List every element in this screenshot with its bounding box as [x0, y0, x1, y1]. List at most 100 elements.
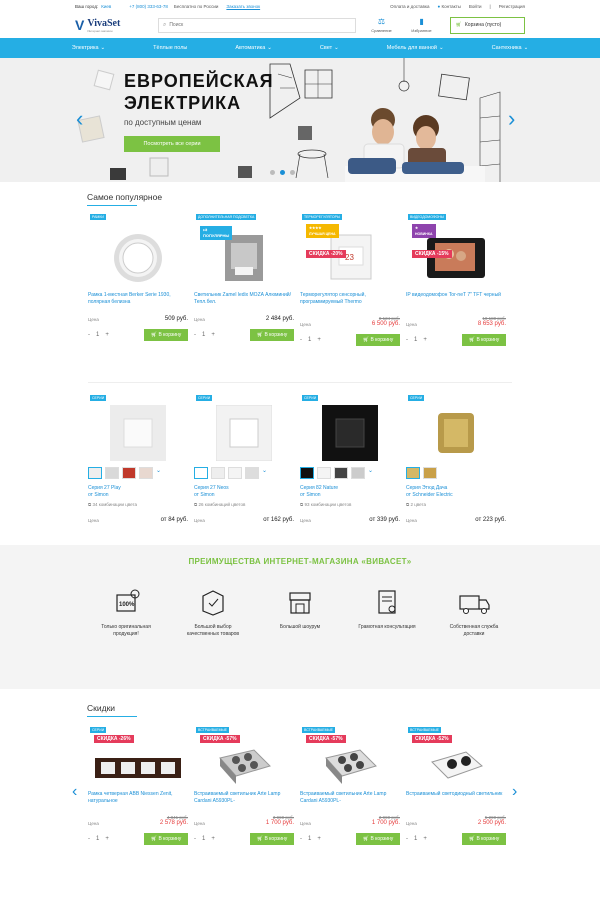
color-swatch[interactable]: [88, 467, 102, 479]
quantity-stepper[interactable]: -1 +: [300, 836, 321, 842]
quantity-value[interactable]: 1: [202, 332, 205, 338]
minus-icon[interactable]: -: [300, 836, 302, 842]
hero-next-arrow-icon[interactable]: ›: [508, 106, 515, 132]
quantity-stepper[interactable]: -1 +: [194, 836, 215, 842]
product-image[interactable]: [88, 224, 188, 292]
product-name[interactable]: Терморегулятор сенсорный, программируемы…: [300, 292, 400, 310]
cart-button[interactable]: 🛒︎ Корзина (пусто): [449, 16, 525, 34]
plus-icon[interactable]: +: [105, 836, 109, 842]
quantity-value[interactable]: 1: [308, 836, 311, 842]
series-card[interactable]: СЕРИИ Серия Этюд Дача от Schneider Electr…: [406, 395, 506, 545]
minus-icon[interactable]: -: [194, 332, 196, 338]
add-to-cart-button[interactable]: 🛒︎ В корзину: [250, 833, 294, 845]
nav-item-light[interactable]: Свет ⌄: [296, 45, 363, 51]
color-swatch[interactable]: [300, 467, 314, 479]
slide-dot[interactable]: [270, 170, 275, 175]
quantity-stepper[interactable]: -1 +: [406, 337, 427, 343]
series-image[interactable]: [406, 405, 506, 461]
color-swatch[interactable]: [139, 467, 153, 479]
series-image[interactable]: [88, 405, 188, 461]
product-card[interactable]: ТЕРМОРЕГУЛЯТОРЫ ★★★★ ЛУЧШАЯ ЦЕНА СКИДКА -…: [300, 214, 400, 362]
add-to-cart-button[interactable]: 🛒︎ В корзину: [250, 329, 294, 341]
plus-icon[interactable]: +: [317, 836, 321, 842]
product-card[interactable]: ВСТРАИВАЕМЫЕ СКИДКА -57% Встраиваемый св…: [300, 727, 400, 845]
logo[interactable]: V VivaSet Интернет-магазин: [75, 14, 152, 36]
sale-next-arrow-icon[interactable]: ›: [512, 783, 517, 801]
phone-number[interactable]: +7 (800) 333-63-78: [129, 4, 168, 9]
series-name[interactable]: Серия Этюд Дача от Schneider Electric: [406, 485, 506, 499]
contacts-link[interactable]: ● Контакты: [438, 4, 461, 9]
minus-icon[interactable]: -: [406, 836, 408, 842]
series-card[interactable]: СЕРИИ ⌄ Серия 27 Neos от Simon ⧉ 26 комби…: [194, 395, 294, 545]
product-image[interactable]: ★★★★ ЛУЧШАЯ ЦЕНА СКИДКА -20% 23: [300, 224, 400, 292]
series-name[interactable]: Серия 27 Neos от Simon: [194, 485, 294, 499]
slide-dot[interactable]: [290, 170, 295, 175]
product-name[interactable]: Рамка четверная ABB Niessen Zenit, натур…: [88, 791, 188, 809]
add-to-cart-button[interactable]: 🛒︎ В корзину: [356, 833, 400, 845]
quantity-value[interactable]: 1: [414, 836, 417, 842]
product-name[interactable]: Рамка 1-местная Berker Serie 1930, поляр…: [88, 292, 188, 310]
quantity-stepper[interactable]: -1 +: [194, 332, 215, 338]
product-image[interactable]: [300, 745, 400, 791]
series-image[interactable]: [194, 405, 294, 461]
add-to-cart-button[interactable]: 🛒︎ В корзину: [462, 334, 506, 346]
color-swatch[interactable]: [105, 467, 119, 479]
minus-icon[interactable]: -: [406, 337, 408, 343]
slide-dot-active[interactable]: [280, 170, 285, 175]
color-swatch[interactable]: [334, 467, 348, 479]
quantity-stepper[interactable]: -1 +: [300, 337, 321, 343]
hero-prev-arrow-icon[interactable]: ‹: [76, 106, 83, 132]
series-card[interactable]: СЕРИИ ⌄ Серия 27 Play от Simon ⧉ 34 комби…: [88, 395, 188, 545]
color-swatch[interactable]: [228, 467, 242, 479]
quantity-value[interactable]: 1: [308, 337, 311, 343]
quantity-value[interactable]: 1: [414, 337, 417, 343]
color-swatch[interactable]: [351, 467, 365, 479]
product-name[interactable]: Светильник Zamel ledix MOZA Алюминий/Теп…: [194, 292, 294, 310]
product-name[interactable]: IP видеодомофон Tor-neT 7" TFT черный: [406, 292, 506, 310]
product-image[interactable]: ★ НОВИНКА СКИДКА -15%: [406, 224, 506, 292]
color-swatch[interactable]: [423, 467, 437, 479]
product-image[interactable]: 👍︎ ПОПУЛЯРНЫ: [194, 224, 294, 292]
product-name[interactable]: Встраиваемый светодиодный светильник: [406, 791, 506, 809]
login-link[interactable]: Войти: [469, 4, 482, 9]
chevron-down-icon[interactable]: ⌄: [262, 467, 267, 479]
product-card[interactable]: РАМКИ Рамка 1-местная Berker Serie 1930,…: [88, 214, 188, 362]
product-card[interactable]: ВСТРАИВАЕМЫЕ СКИДКА -52% Встраиваемый св…: [406, 727, 506, 845]
callback-link[interactable]: Заказать звонок: [226, 4, 260, 9]
product-card[interactable]: СЕРИИ СКИДКА -26% Рамка четверная ABB Ni…: [88, 727, 188, 845]
quantity-value[interactable]: 1: [202, 836, 205, 842]
chevron-down-icon[interactable]: ⌄: [368, 467, 373, 479]
view-all-series-button[interactable]: Посмотреть все серии: [124, 136, 220, 152]
register-link[interactable]: Регистрация: [499, 4, 525, 9]
quantity-stepper[interactable]: -1 +: [406, 836, 427, 842]
add-to-cart-button[interactable]: 🛒︎ В корзину: [462, 833, 506, 845]
color-swatch[interactable]: [245, 467, 259, 479]
quantity-stepper[interactable]: -1 +: [88, 332, 109, 338]
series-name[interactable]: Серия 27 Play от Simon: [88, 485, 188, 499]
product-name[interactable]: Встраиваемый светильник Arte Lamp Cardan…: [194, 791, 294, 809]
quantity-value[interactable]: 1: [96, 332, 99, 338]
product-card[interactable]: ВСТРАИВАЕМЫЕ СКИДКА -57% Встраиваемый св…: [194, 727, 294, 845]
product-card[interactable]: ДОПОЛНИТЕЛЬНАЯ ПОДСВЕТКА 👍︎ ПОПУЛЯРНЫ Све…: [194, 214, 294, 362]
nav-item-floors[interactable]: Тёплые полы: [129, 45, 211, 51]
add-to-cart-button[interactable]: 🛒︎ В корзину: [356, 334, 400, 346]
plus-icon[interactable]: +: [423, 337, 427, 343]
product-card[interactable]: ВИДЕОДОМОФОНЫ ★ НОВИНКА СКИДКА -15% IP ви…: [406, 214, 506, 362]
add-to-cart-button[interactable]: 🛒︎ В корзину: [144, 329, 188, 341]
color-swatch[interactable]: [406, 467, 420, 479]
color-swatch[interactable]: [211, 467, 225, 479]
nav-item-plumbing[interactable]: Сантехника ⌄: [468, 45, 553, 51]
plus-icon[interactable]: +: [211, 332, 215, 338]
minus-icon[interactable]: -: [300, 337, 302, 343]
compare-button[interactable]: ⚖ Сравнение: [362, 17, 402, 33]
quantity-value[interactable]: 1: [96, 836, 99, 842]
color-swatch[interactable]: [317, 467, 331, 479]
add-to-cart-button[interactable]: 🛒︎ В корзину: [144, 833, 188, 845]
nav-item-bathroom[interactable]: Мебель для ванной ⌄: [363, 45, 468, 51]
nav-item-automation[interactable]: Автоматика ⌄: [211, 45, 296, 51]
product-image[interactable]: [88, 745, 188, 791]
color-swatch[interactable]: [122, 467, 136, 479]
quantity-stepper[interactable]: -1 +: [88, 836, 109, 842]
product-name[interactable]: Встраиваемый светильник Arte Lamp Cardan…: [300, 791, 400, 809]
favorites-button[interactable]: ▮ Избранное: [402, 17, 442, 33]
